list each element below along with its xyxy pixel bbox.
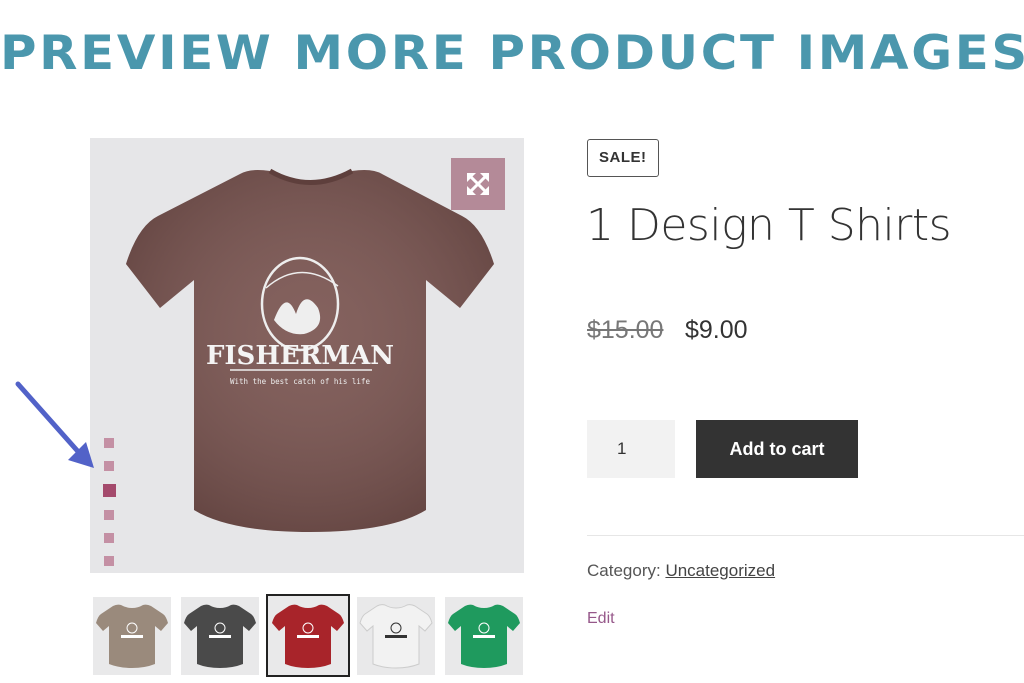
gallery-dot[interactable]: [104, 556, 114, 566]
edit-link[interactable]: Edit: [587, 610, 615, 628]
print-tagline: With the best catch of his life: [230, 377, 370, 386]
gallery-dots: [103, 438, 116, 579]
sale-price: $9.00: [685, 316, 748, 344]
sale-badge: SALE!: [587, 139, 659, 177]
product-thumbnail[interactable]: [445, 597, 523, 675]
thumbnail-shirt-image: [359, 604, 433, 669]
gallery-dot[interactable]: [103, 484, 116, 497]
expand-icon: [466, 172, 490, 196]
product-thumbnail[interactable]: [357, 597, 435, 675]
gallery-dot[interactable]: [104, 461, 114, 471]
thumbnail-shirt-image: [96, 604, 168, 668]
thumbnail-strip: [93, 594, 523, 677]
product-category: Category: Uncategorized: [587, 561, 775, 581]
gallery-dot[interactable]: [104, 510, 114, 520]
original-price: $15.00: [587, 316, 664, 344]
gallery-dot[interactable]: [104, 533, 114, 543]
thumbnail-shirt-image: [272, 604, 344, 668]
page-headline: PREVIEW MORE PRODUCT IMAGES: [0, 26, 1024, 81]
thumbnail-shirt-image: [448, 604, 520, 668]
divider: [587, 535, 1024, 536]
product-thumbnail[interactable]: [266, 594, 350, 677]
thumbnail-shirt-image: [184, 604, 256, 668]
product-thumbnail[interactable]: [93, 597, 171, 675]
category-link[interactable]: Uncategorized: [665, 561, 775, 580]
product-thumbnail[interactable]: [181, 597, 259, 675]
gallery-dot[interactable]: [104, 438, 114, 448]
quantity-input[interactable]: [587, 420, 675, 478]
category-label: Category:: [587, 561, 661, 580]
add-to-cart-button[interactable]: Add to cart: [696, 420, 858, 478]
zoom-button[interactable]: [451, 158, 505, 210]
product-title: 1 Design T Shirts: [586, 200, 952, 251]
print-title: FISHERMAN: [206, 341, 394, 371]
pointer-arrow-icon: [15, 381, 94, 468]
